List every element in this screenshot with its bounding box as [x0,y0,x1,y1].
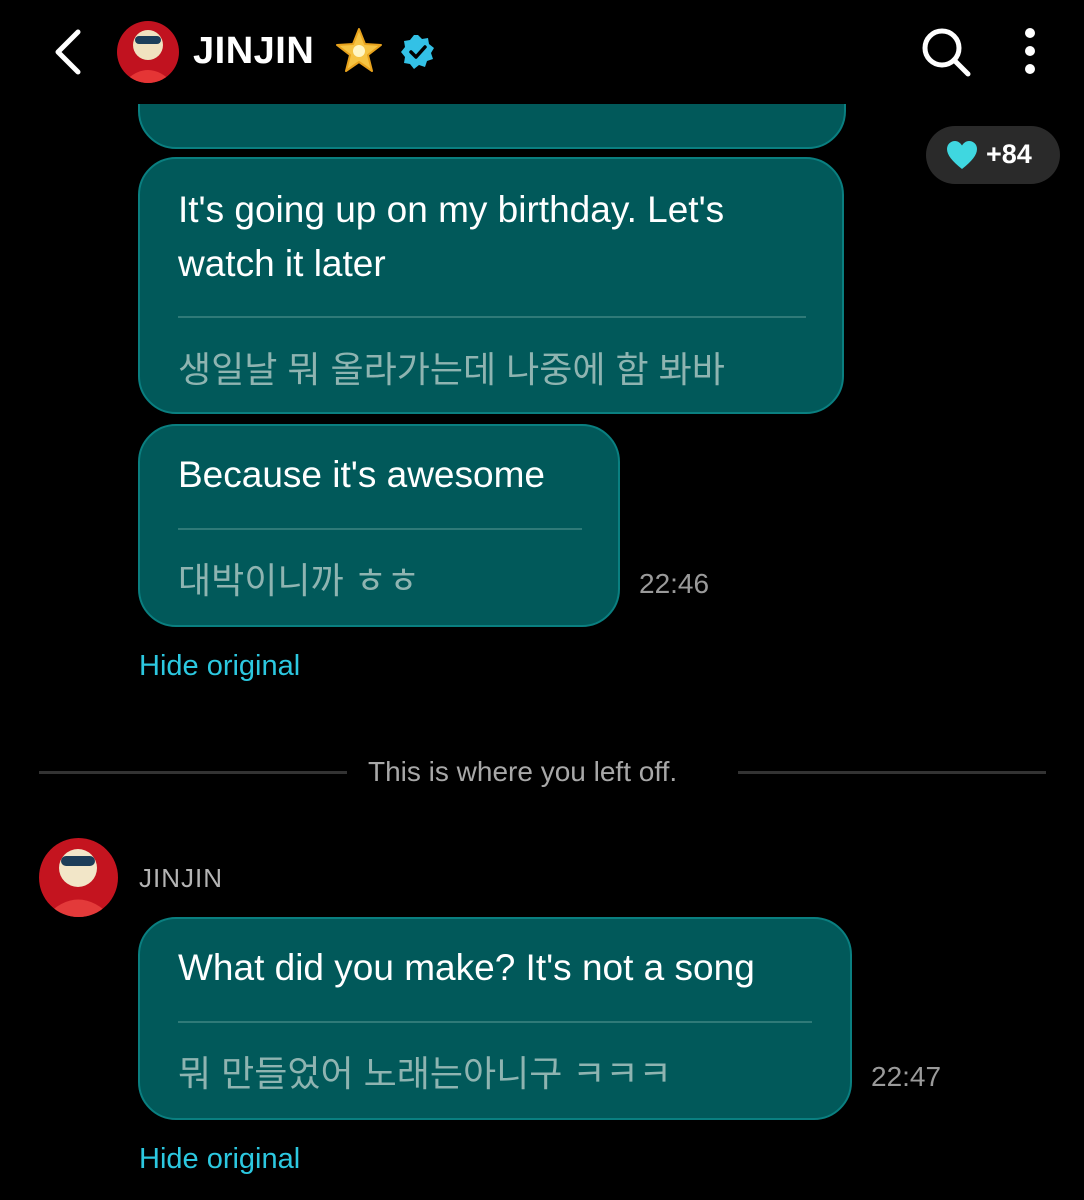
message-original: 뭐 만들었어 노래는아니구 ㅋㅋㅋ [178,1053,672,1094]
more-vertical-icon[interactable] [1016,26,1044,78]
sender-name: JINJIN [139,863,223,893]
reaction-count: +84 [986,139,1032,169]
message-separator [178,316,806,318]
message-bubble[interactable]: Because it's awesome 대박이니까 ㅎㅎ [138,424,620,627]
verified-badge-icon [401,35,434,69]
chat-header: JINJIN [0,0,1084,104]
message-timestamp: 22:47 [871,1061,942,1092]
message-translation: What did you make? It's not a song [178,947,755,988]
header-avatar[interactable] [117,21,179,83]
message-timestamp: 22:46 [639,568,710,599]
message-bubble[interactable]: It's going up on my birthday. Let's watc… [138,157,844,414]
glowing-star-emoji [336,28,382,72]
chat-title[interactable]: JINJIN [193,30,314,73]
hide-original-link[interactable]: Hide original [139,1143,300,1176]
divider-line-left [39,771,347,774]
chevron-left-icon[interactable] [48,28,88,76]
hide-original-link[interactable]: Hide original [139,650,300,683]
message-bubble[interactable]: What did you make? It's not a song 뭐 만들었… [138,917,852,1120]
message-original: 대박이니까 ㅎㅎ [178,560,420,601]
message-translation: Because it's awesome [178,454,545,495]
reaction-pill[interactable]: +84 [926,126,1060,184]
message-translation: It's going up on my birthday. Let's watc… [178,189,725,284]
sender-avatar[interactable] [39,838,118,917]
message-original: 생일날 뭐 올라가는데 나중에 함 봐바 [178,349,725,390]
message-separator [178,1021,812,1023]
message-separator [178,528,582,530]
divider-line-right [738,771,1046,774]
heart-icon [947,141,977,169]
left-off-label: This is where you left off. [368,756,678,787]
search-icon[interactable] [920,26,972,78]
